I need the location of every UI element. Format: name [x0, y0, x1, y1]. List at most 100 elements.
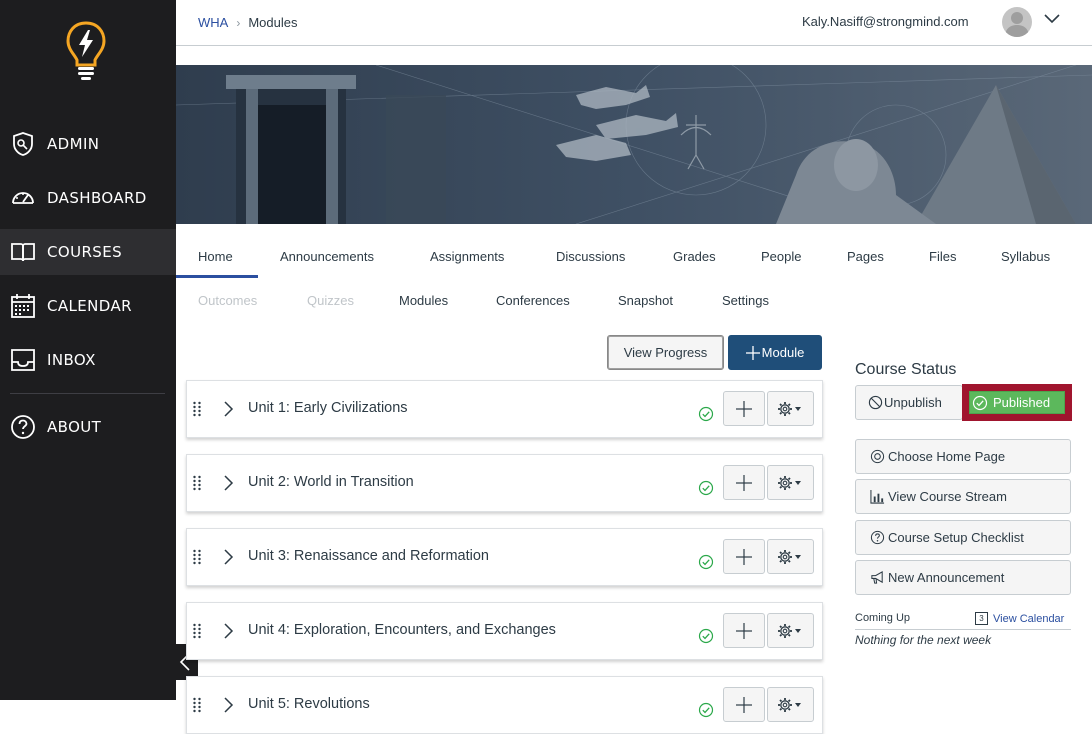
- breadcrumb: WHA › Modules: [198, 15, 297, 30]
- nav-item-inbox[interactable]: INBOX: [0, 337, 176, 383]
- user-email: Kaly.Nasiff@strongmind.com: [802, 14, 969, 29]
- tab-settings[interactable]: Settings: [722, 293, 769, 308]
- unpublish-button[interactable]: Unpublish: [855, 385, 963, 420]
- drag-handle-icon[interactable]: [192, 621, 202, 641]
- module-title[interactable]: Unit 4: Exploration, Encounters, and Exc…: [248, 622, 556, 638]
- tab-pages[interactable]: Pages: [847, 249, 884, 264]
- nav-item-courses[interactable]: COURSES: [0, 229, 176, 275]
- add-item-button[interactable]: [723, 465, 765, 500]
- module-settings-button[interactable]: [767, 539, 814, 574]
- add-module-label: Module: [761, 345, 805, 360]
- published-button[interactable]: Published: [969, 391, 1065, 414]
- stream-chart-icon: [869, 489, 885, 505]
- dashboard-icon: [10, 185, 36, 211]
- calendar-day-number: 3: [979, 614, 984, 623]
- top-header: WHA › Modules Kaly.Nasiff@strongmind.com: [176, 0, 1092, 46]
- expand-chevron-icon[interactable]: [221, 547, 235, 567]
- gear-dropdown-icon: [777, 623, 801, 638]
- expand-chevron-icon[interactable]: [221, 473, 235, 493]
- new-announcement-button[interactable]: New Announcement: [855, 560, 1071, 595]
- view-course-stream-button[interactable]: View Course Stream: [855, 479, 1071, 514]
- drag-handle-icon[interactable]: [192, 399, 202, 419]
- nav-label: INBOX: [47, 351, 96, 369]
- nav-item-dashboard[interactable]: DASHBOARD: [0, 175, 176, 221]
- published-highlight: Published: [962, 384, 1072, 421]
- drag-handle-icon[interactable]: [192, 547, 202, 567]
- inbox-icon: [10, 347, 36, 373]
- module-row: Unit 3: Renaissance and Reformation: [186, 528, 823, 586]
- plus-icon: [736, 622, 752, 639]
- drag-handle-icon[interactable]: [192, 473, 202, 493]
- add-item-button[interactable]: [723, 687, 765, 722]
- unpublish-label: Unpublish: [884, 395, 942, 410]
- gear-dropdown-icon: [777, 401, 801, 416]
- question-circle-icon: [869, 530, 885, 546]
- tab-snapshot[interactable]: Snapshot: [618, 293, 673, 308]
- nav-label: CALENDAR: [47, 297, 132, 315]
- side-action-label: New Announcement: [888, 570, 1005, 585]
- nav-divider: [10, 393, 165, 394]
- plus-icon: [736, 548, 752, 565]
- published-check-icon[interactable]: [698, 406, 714, 422]
- view-calendar-link[interactable]: 3 View Calendar: [975, 612, 1064, 625]
- module-title[interactable]: Unit 2: World in Transition: [248, 474, 414, 490]
- tab-assignments[interactable]: Assignments: [430, 249, 504, 264]
- add-module-button[interactable]: Module: [728, 335, 822, 370]
- module-settings-button[interactable]: [767, 391, 814, 426]
- view-progress-button[interactable]: View Progress: [607, 335, 724, 370]
- module-title[interactable]: Unit 3: Renaissance and Reformation: [248, 548, 489, 564]
- module-row: Unit 2: World in Transition: [186, 454, 823, 512]
- breadcrumb-course-link[interactable]: WHA: [198, 15, 228, 30]
- add-item-button[interactable]: [723, 539, 765, 574]
- module-settings-button[interactable]: [767, 687, 814, 722]
- tab-outcomes[interactable]: Outcomes: [198, 293, 257, 308]
- calendar-day-icon: 3: [975, 612, 988, 625]
- add-item-button[interactable]: [723, 391, 765, 426]
- add-item-button[interactable]: [723, 613, 765, 648]
- lightbulb-logo-icon[interactable]: [66, 20, 106, 80]
- expand-chevron-icon[interactable]: [221, 399, 235, 419]
- avatar[interactable]: [1002, 7, 1032, 37]
- coming-up-divider: [855, 629, 1071, 630]
- drag-handle-icon[interactable]: [192, 695, 202, 715]
- expand-chevron-icon[interactable]: [221, 621, 235, 641]
- book-icon: [10, 239, 36, 265]
- chevron-down-icon[interactable]: [1044, 14, 1060, 24]
- active-tab-indicator: [176, 275, 258, 278]
- published-label: Published: [993, 395, 1051, 410]
- plus-icon: [736, 400, 752, 417]
- tab-announcements[interactable]: Announcements: [280, 249, 374, 264]
- tab-quizzes[interactable]: Quizzes: [307, 293, 354, 308]
- tab-discussions[interactable]: Discussions: [556, 249, 625, 264]
- module-title[interactable]: Unit 1: Early Civilizations: [248, 400, 408, 416]
- published-check-icon[interactable]: [698, 702, 714, 718]
- tab-modules[interactable]: Modules: [399, 293, 448, 308]
- tab-grades[interactable]: Grades: [673, 249, 716, 264]
- plus-icon: [736, 474, 752, 491]
- nav-label: ABOUT: [47, 418, 102, 436]
- nav-label: DASHBOARD: [47, 189, 147, 207]
- module-settings-button[interactable]: [767, 465, 814, 500]
- tab-files[interactable]: Files: [929, 249, 956, 264]
- published-check-icon[interactable]: [698, 554, 714, 570]
- gear-dropdown-icon: [777, 697, 801, 712]
- tab-people[interactable]: People: [761, 249, 801, 264]
- nav-item-calendar[interactable]: CALENDAR: [0, 283, 176, 329]
- module-row: Unit 4: Exploration, Encounters, and Exc…: [186, 602, 823, 660]
- tab-home[interactable]: Home: [198, 249, 233, 264]
- nav-item-about[interactable]: ABOUT: [0, 404, 176, 450]
- course-setup-checklist-button[interactable]: Course Setup Checklist: [855, 520, 1071, 555]
- global-nav-sidebar: ADMIN DASHBOARD COURSES CALENDAR INBOX A…: [0, 0, 176, 700]
- course-status-heading: Course Status: [855, 361, 957, 378]
- tab-syllabus[interactable]: Syllabus: [1001, 249, 1050, 264]
- published-check-icon[interactable]: [698, 480, 714, 496]
- tab-conferences[interactable]: Conferences: [496, 293, 570, 308]
- published-check-icon[interactable]: [698, 628, 714, 644]
- module-settings-button[interactable]: [767, 613, 814, 648]
- module-title[interactable]: Unit 5: Revolutions: [248, 696, 370, 712]
- expand-chevron-icon[interactable]: [221, 695, 235, 715]
- check-circle-icon: [972, 395, 988, 410]
- nav-label: COURSES: [47, 243, 123, 261]
- choose-home-page-button[interactable]: Choose Home Page: [855, 439, 1071, 474]
- nav-item-admin[interactable]: ADMIN: [0, 121, 176, 167]
